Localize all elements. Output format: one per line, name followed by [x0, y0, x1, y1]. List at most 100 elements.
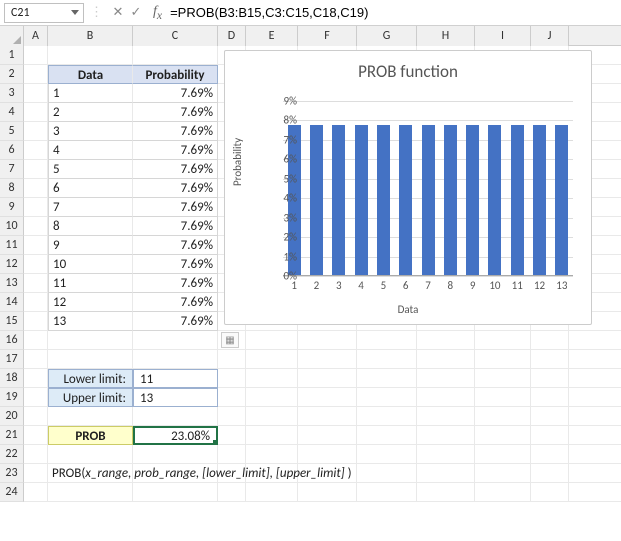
upper-limit-value[interactable]: 13	[133, 388, 218, 407]
col-header[interactable]: G	[357, 26, 417, 46]
cell[interactable]	[531, 483, 569, 502]
cell[interactable]	[133, 46, 218, 65]
cell[interactable]	[531, 388, 569, 407]
cell[interactable]	[24, 46, 48, 65]
cell[interactable]	[531, 350, 569, 369]
cell[interactable]	[298, 445, 357, 464]
col-header[interactable]: B	[48, 26, 133, 46]
upper-limit-label[interactable]: Upper limit:	[48, 388, 133, 407]
cell[interactable]	[475, 407, 531, 426]
cell[interactable]	[133, 350, 218, 369]
cell[interactable]	[298, 483, 357, 502]
cell[interactable]	[24, 464, 48, 483]
cell[interactable]	[357, 331, 417, 350]
cell[interactable]	[357, 445, 417, 464]
name-box[interactable]: C21	[4, 3, 84, 23]
cell[interactable]	[218, 388, 246, 407]
table-cell-data[interactable]: 2	[48, 103, 133, 122]
cell[interactable]	[417, 426, 475, 445]
accept-icon[interactable]: ✓	[127, 4, 145, 22]
cell[interactable]	[417, 331, 475, 350]
row-header[interactable]: 18	[0, 369, 24, 388]
table-cell-prob[interactable]: 7.69%	[133, 312, 218, 331]
cell[interactable]	[24, 293, 48, 312]
col-header[interactable]: E	[246, 26, 298, 46]
table-cell-prob[interactable]: 7.69%	[133, 122, 218, 141]
cell[interactable]	[218, 426, 246, 445]
cell[interactable]	[24, 84, 48, 103]
cell[interactable]	[298, 350, 357, 369]
table-cell-data[interactable]: 6	[48, 179, 133, 198]
spreadsheet-grid[interactable]: A B C D E F G H I J 12345678910111213141…	[0, 26, 621, 541]
cell[interactable]	[48, 350, 133, 369]
cell[interactable]	[475, 369, 531, 388]
row-header[interactable]: 12	[0, 255, 24, 274]
cell[interactable]	[24, 312, 48, 331]
row-header[interactable]: 24	[0, 483, 24, 502]
cell[interactable]	[246, 350, 298, 369]
cell[interactable]	[357, 426, 417, 445]
cell[interactable]	[357, 464, 417, 483]
col-header[interactable]: H	[417, 26, 475, 46]
cell[interactable]	[417, 464, 475, 483]
row-header[interactable]: 14	[0, 293, 24, 312]
cell[interactable]	[24, 426, 48, 445]
cell[interactable]	[298, 388, 357, 407]
cell[interactable]	[48, 331, 133, 350]
table-cell-prob[interactable]: 7.69%	[133, 103, 218, 122]
cell[interactable]	[48, 483, 133, 502]
cell[interactable]	[246, 388, 298, 407]
cell[interactable]	[417, 350, 475, 369]
cell[interactable]	[246, 331, 298, 350]
prob-label[interactable]: PROB	[48, 426, 133, 445]
table-cell-data[interactable]: 3	[48, 122, 133, 141]
cell[interactable]	[218, 445, 246, 464]
cell[interactable]	[133, 483, 218, 502]
table-cell-prob[interactable]: 7.69%	[133, 179, 218, 198]
table-cell-prob[interactable]: 7.69%	[133, 293, 218, 312]
cell[interactable]	[246, 426, 298, 445]
paste-options-icon[interactable]: ▦	[221, 332, 239, 348]
table-cell-data[interactable]: 10	[48, 255, 133, 274]
cell[interactable]	[133, 331, 218, 350]
col-header[interactable]: I	[475, 26, 531, 46]
cell[interactable]	[531, 369, 569, 388]
col-header[interactable]: D	[218, 26, 246, 46]
table-cell-prob[interactable]: 7.69%	[133, 217, 218, 236]
cell[interactable]	[24, 331, 48, 350]
formula-input[interactable]	[166, 3, 617, 23]
row-header[interactable]: 11	[0, 236, 24, 255]
cell[interactable]	[133, 445, 218, 464]
cell[interactable]	[475, 445, 531, 464]
cancel-icon[interactable]: ✕	[109, 4, 127, 22]
row-header[interactable]: 2	[0, 65, 24, 84]
cell[interactable]	[246, 483, 298, 502]
row-header[interactable]: 5	[0, 122, 24, 141]
cell[interactable]	[218, 407, 246, 426]
cell[interactable]	[24, 141, 48, 160]
cell[interactable]	[24, 160, 48, 179]
cell[interactable]	[24, 179, 48, 198]
cell[interactable]	[475, 388, 531, 407]
row-header[interactable]: 21	[0, 426, 24, 445]
cell[interactable]	[24, 388, 48, 407]
cell[interactable]	[298, 369, 357, 388]
row-header[interactable]: 4	[0, 103, 24, 122]
cell[interactable]	[357, 369, 417, 388]
cell[interactable]	[24, 103, 48, 122]
cell[interactable]	[48, 46, 133, 65]
cell[interactable]	[24, 369, 48, 388]
table-cell-data[interactable]: 11	[48, 274, 133, 293]
cell[interactable]	[357, 407, 417, 426]
select-all-corner[interactable]	[0, 26, 24, 46]
cell[interactable]	[357, 350, 417, 369]
table-cell-data[interactable]: 4	[48, 141, 133, 160]
cell[interactable]	[48, 445, 133, 464]
fx-icon[interactable]: fx	[153, 4, 162, 22]
cell[interactable]	[417, 445, 475, 464]
cell[interactable]	[475, 464, 531, 483]
table-cell-data[interactable]: 8	[48, 217, 133, 236]
cell[interactable]	[24, 274, 48, 293]
cell[interactable]	[417, 483, 475, 502]
table-cell-prob[interactable]: 7.69%	[133, 255, 218, 274]
